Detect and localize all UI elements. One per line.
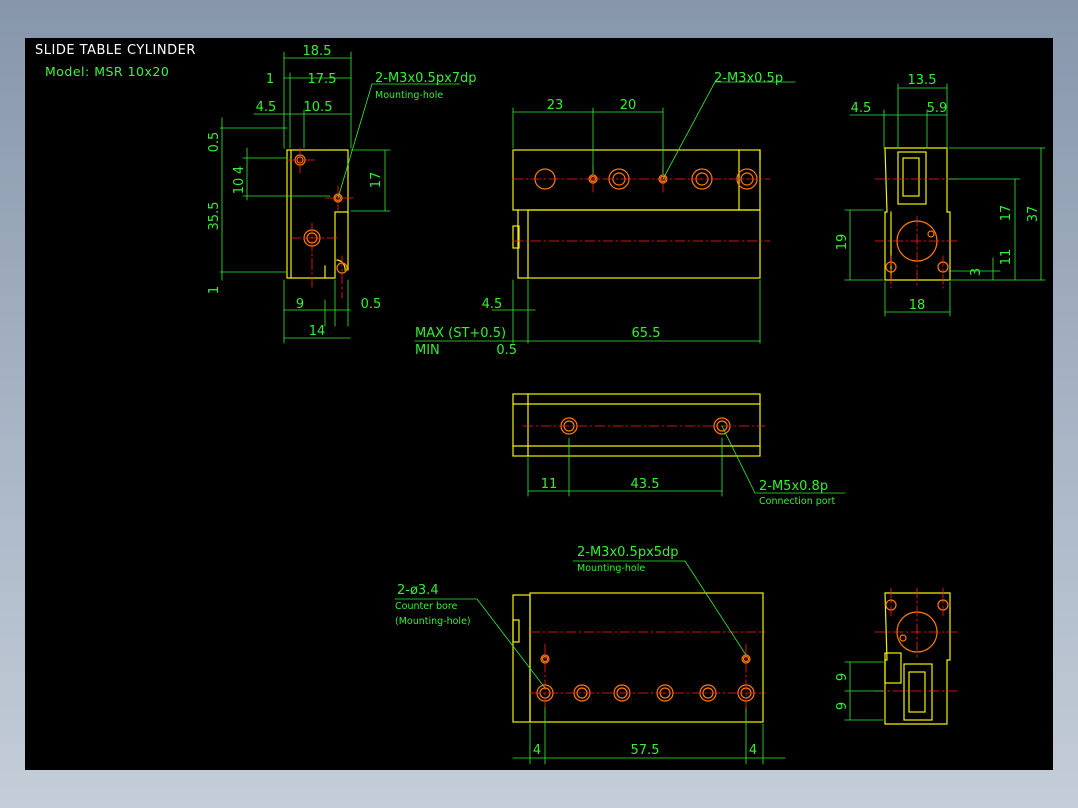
front-dimension-lines <box>414 81 796 344</box>
dim-end-13-5: 13.5 <box>908 73 937 88</box>
dim-bottom-4-right: 4 <box>749 743 757 758</box>
note-mid-connection: Connection port <box>759 496 836 507</box>
technical-drawing: 18.5 1 17.5 4.5 10.5 0.5 4 10 35.5 1 17 … <box>207 44 1046 765</box>
bottom-holes <box>536 654 755 702</box>
dim-side-4: 4 <box>232 166 247 174</box>
dim-bottom-4-left: 4 <box>533 743 541 758</box>
dim-end-19: 19 <box>835 234 850 251</box>
dim-front-20: 20 <box>620 98 637 113</box>
dim-side-0-5-bottom: 0.5 <box>361 297 382 312</box>
front-view: 23 20 4.5 65.5 2-M3x0.5p MAX (ST+0.5) MI… <box>414 71 796 358</box>
dim-bottom-end-9-top: 9 <box>835 673 850 681</box>
dim-side-0-5: 0.5 <box>207 132 222 153</box>
note-front-thread: 2-M3x0.5p <box>714 71 783 86</box>
dim-end-11: 11 <box>999 249 1014 266</box>
bottom-centerlines <box>529 631 766 719</box>
dim-side-35-5: 35.5 <box>207 202 222 231</box>
end-view-outline <box>884 147 951 281</box>
end-dimension-lines <box>844 83 1046 317</box>
note-bottom-bore: 2-ø3.4 <box>397 583 439 598</box>
dim-side-4-5: 4.5 <box>256 100 277 115</box>
dim-end-5-9: 5.9 <box>927 101 948 116</box>
note-bottom-thread: 2-M3x0.5px5dp <box>577 545 679 560</box>
mid-view: 11 43.5 2-M5x0.8p Connection port <box>512 393 846 507</box>
dim-end-4-5: 4.5 <box>851 101 872 116</box>
dim-front-4-5: 4.5 <box>482 297 503 312</box>
dim-front-65-5: 65.5 <box>632 326 661 341</box>
dim-end-17: 17 <box>999 205 1014 222</box>
dim-end-18: 18 <box>909 298 926 313</box>
bottom-end-outline <box>884 592 951 725</box>
dim-end-3: 3 <box>969 268 984 276</box>
note-bottom-mounting: Mounting-hole <box>577 563 645 574</box>
mid-view-outline <box>512 393 761 457</box>
dim-side-1-top: 1 <box>266 72 274 87</box>
dim-bottom-end-9-bottom: 9 <box>835 702 850 710</box>
dim-bottom-57-5: 57.5 <box>631 743 660 758</box>
front-view-outline <box>512 149 761 279</box>
dim-end-37: 37 <box>1026 206 1041 223</box>
bottom-view: 4 57.5 4 2-M3x0.5px5dp Mounting-hole 2-ø… <box>394 545 786 765</box>
dim-side-17-5: 17.5 <box>308 72 337 87</box>
end-view: 13.5 4.5 5.9 17 37 19 11 3 18 <box>835 73 1046 317</box>
note-stroke-min-value: 0.5 <box>496 343 517 358</box>
bottom-view-outline <box>512 592 764 723</box>
note-stroke-min: MIN <box>415 343 440 358</box>
dim-front-23: 23 <box>547 98 564 113</box>
dim-side-1-bottom: 1 <box>207 286 222 294</box>
bottom-dimension-lines <box>394 560 786 765</box>
note-stroke-max: MAX (ST+0.5) <box>415 326 506 341</box>
dim-side-14: 14 <box>309 324 326 339</box>
dim-mid-11: 11 <box>541 477 558 492</box>
front-centerlines <box>512 165 771 242</box>
side-holes <box>294 154 348 274</box>
dim-side-18-5: 18.5 <box>303 44 332 59</box>
note-bottom-mounting-hole: (Mounting-hole) <box>395 616 471 627</box>
bottom-end-view: 9 9 <box>835 587 961 725</box>
cad-viewport[interactable]: SLIDE TABLE CYLINDER Model: MSR 10x20 18… <box>25 38 1053 770</box>
note-side-mounting: Mounting-hole <box>375 90 443 101</box>
side-centerlines <box>286 147 356 299</box>
note-mid-thread: 2-M5x0.8p <box>759 479 828 494</box>
side-view-outline <box>286 149 349 279</box>
dim-side-17: 17 <box>369 172 384 189</box>
dim-side-10: 10 <box>232 178 247 195</box>
note-bottom-counter-bore: Counter bore <box>395 601 458 612</box>
note-side-thread: 2-M3x0.5px7dp <box>375 71 477 86</box>
dim-mid-43-5: 43.5 <box>631 477 660 492</box>
side-view: 18.5 1 17.5 4.5 10.5 0.5 4 10 35.5 1 17 … <box>207 44 477 344</box>
bottom-end-dimension-lines <box>844 661 884 721</box>
dim-side-9: 9 <box>296 297 304 312</box>
dim-side-10-5: 10.5 <box>304 100 333 115</box>
